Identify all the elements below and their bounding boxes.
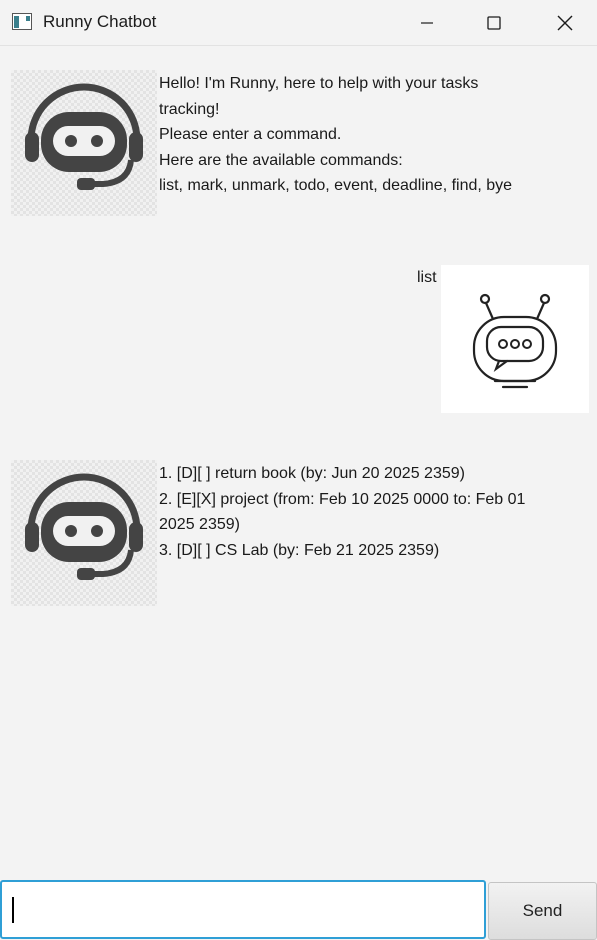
robot-chat-icon	[472, 293, 558, 389]
maximize-icon	[487, 15, 501, 30]
maximize-button[interactable]	[471, 0, 517, 45]
minimize-icon	[421, 21, 433, 24]
text-caret	[12, 897, 14, 923]
chat-area[interactable]: Hello! I'm Runny, here to help with your…	[0, 46, 597, 878]
input-bar: Send	[0, 879, 597, 940]
bot-avatar	[11, 70, 157, 216]
message-input[interactable]	[0, 880, 486, 939]
close-button[interactable]	[542, 0, 588, 45]
bot-message: Hello! I'm Runny, here to help with your…	[159, 75, 513, 194]
title-bar: Runny Chatbot	[0, 0, 597, 46]
send-button[interactable]: Send	[488, 882, 597, 940]
close-icon	[557, 15, 573, 30]
bot-message: 1. [D][ ] return book (by: Jun 20 2025 2…	[159, 465, 526, 559]
user-avatar	[441, 265, 589, 413]
minimize-button[interactable]	[404, 0, 450, 45]
window-title: Runny Chatbot	[43, 12, 157, 31]
headset-robot-icon	[25, 473, 143, 580]
app-window-icon	[12, 13, 32, 30]
headset-robot-icon	[25, 83, 143, 190]
bot-avatar	[11, 460, 157, 606]
user-message: list	[417, 269, 437, 286]
